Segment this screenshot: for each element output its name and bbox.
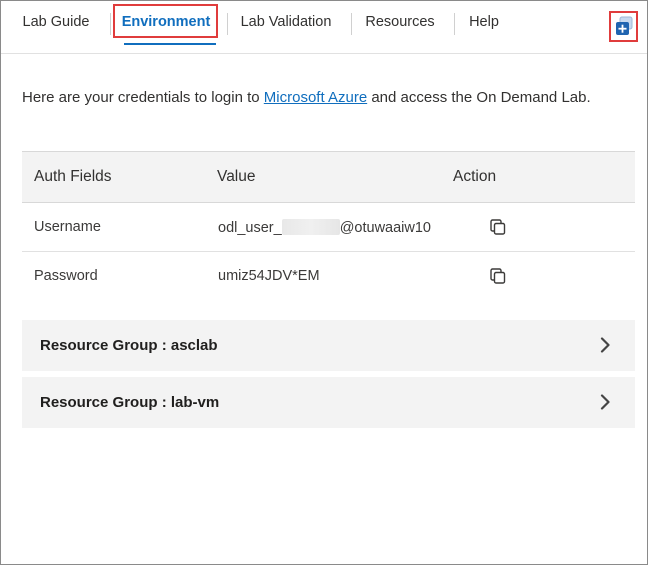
chevron-right-icon bbox=[600, 337, 610, 353]
username-label: Username bbox=[34, 219, 101, 235]
header-value: Value bbox=[217, 168, 256, 185]
environment-highlight-box bbox=[113, 4, 218, 38]
add-window-icon[interactable] bbox=[615, 16, 633, 36]
table-header: Auth Fields Value Action bbox=[22, 151, 635, 203]
credentials-table: Auth Fields Value Action Username odl_us… bbox=[22, 151, 635, 300]
username-value: odl_user_ @otuwaaiw10 bbox=[218, 219, 440, 236]
tab-bar: Lab Guide Environment Lab Validation Res… bbox=[1, 1, 647, 54]
tab-divider bbox=[227, 13, 228, 35]
tab-divider bbox=[351, 13, 352, 35]
lab-panel: Lab Guide Environment Lab Validation Res… bbox=[0, 0, 648, 565]
credentials-intro: Here are your credentials to login to Mi… bbox=[22, 89, 591, 106]
header-auth-fields: Auth Fields bbox=[34, 168, 112, 185]
table-row: Username odl_user_ @otuwaaiw10 bbox=[22, 203, 635, 252]
redacted-mask bbox=[281, 219, 340, 235]
microsoft-azure-link[interactable]: Microsoft Azure bbox=[264, 89, 367, 106]
resource-group-lab-vm[interactable]: Resource Group : lab-vm bbox=[22, 377, 635, 428]
tab-help[interactable]: Help bbox=[462, 1, 506, 43]
username-suffix: @otuwaaiw10 bbox=[339, 220, 431, 236]
password-label: Password bbox=[34, 268, 98, 284]
tab-divider bbox=[110, 13, 111, 35]
resource-group-asclab[interactable]: Resource Group : asclab bbox=[22, 320, 635, 371]
password-value: umiz54JDV*EM bbox=[218, 268, 320, 284]
copy-icon[interactable] bbox=[490, 268, 506, 284]
resource-group-label: Resource Group : lab-vm bbox=[40, 394, 220, 411]
resource-group-label: Resource Group : asclab bbox=[40, 337, 218, 354]
intro-prefix: Here are your credentials to login to bbox=[22, 89, 264, 106]
header-action: Action bbox=[453, 168, 497, 185]
chevron-right-icon bbox=[600, 394, 610, 410]
tab-resources[interactable]: Resources bbox=[359, 1, 441, 43]
table-row: Password umiz54JDV*EM bbox=[22, 252, 635, 300]
copy-icon[interactable] bbox=[490, 219, 506, 235]
tab-lab-guide[interactable]: Lab Guide bbox=[15, 1, 97, 43]
active-tab-indicator bbox=[124, 43, 216, 45]
tab-divider bbox=[454, 13, 455, 35]
intro-suffix: and access the On Demand Lab. bbox=[367, 89, 591, 106]
username-prefix: odl_user_ bbox=[218, 220, 282, 236]
tab-lab-validation[interactable]: Lab Validation bbox=[235, 1, 337, 43]
